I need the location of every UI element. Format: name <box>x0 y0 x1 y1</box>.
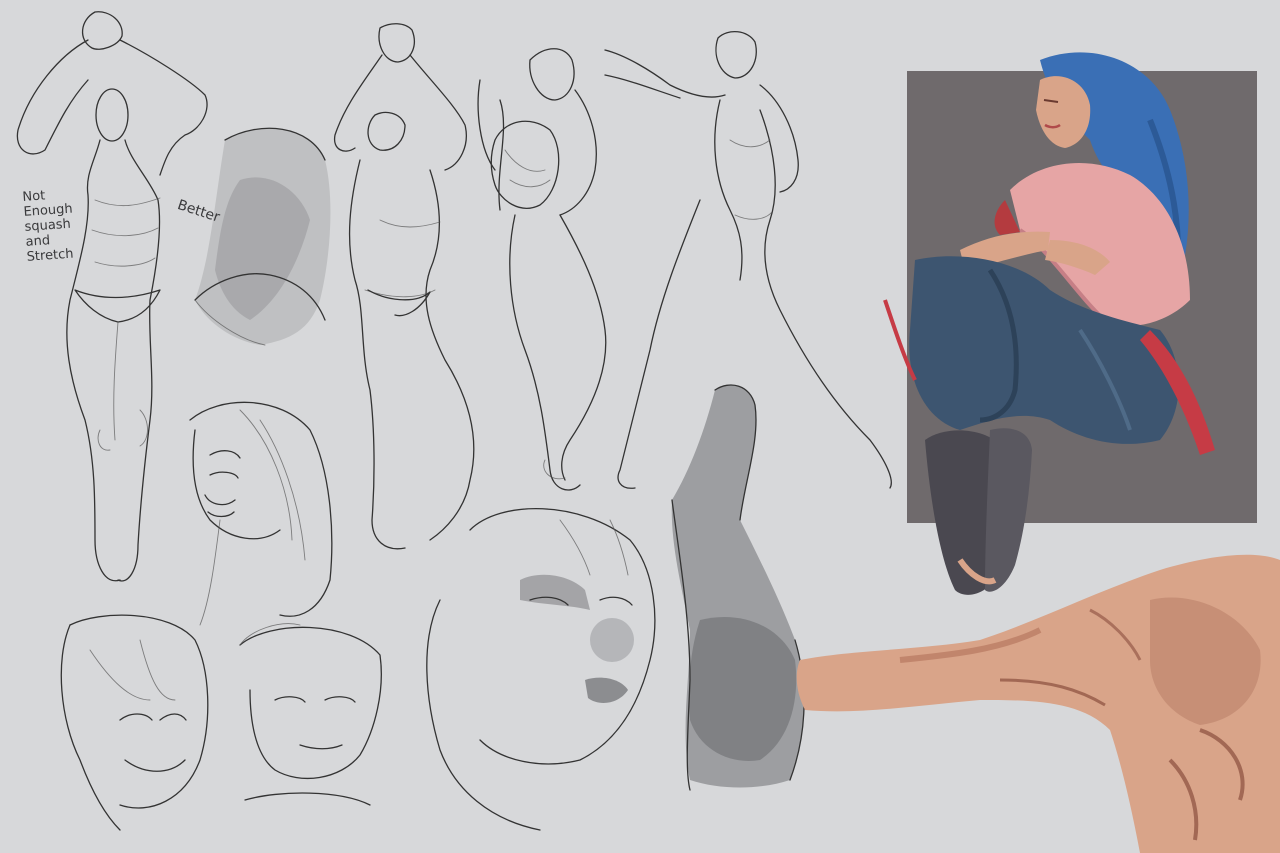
sketch-sheet: Not Enough squash and Stretch Better <box>0 0 1280 853</box>
sketch-artwork <box>16 11 1280 853</box>
figure-sketch-stretching <box>477 48 607 491</box>
face-sketch-large <box>426 508 656 831</box>
face-sketch-long-hair <box>189 401 333 626</box>
figure-sketch-arms-up <box>16 11 208 582</box>
figure-sketch-hands-on-head <box>333 23 475 550</box>
shaded-figure-back-view <box>671 384 805 791</box>
color-painting-sitting-figure <box>883 52 1257 595</box>
color-painting-muscular-arm <box>796 554 1280 853</box>
shaded-torso-study <box>194 127 331 346</box>
face-sketch-grin <box>60 614 209 831</box>
annotation-left-note: Not Enough squash and Stretch <box>22 186 85 264</box>
face-sketch-boy <box>239 623 382 806</box>
